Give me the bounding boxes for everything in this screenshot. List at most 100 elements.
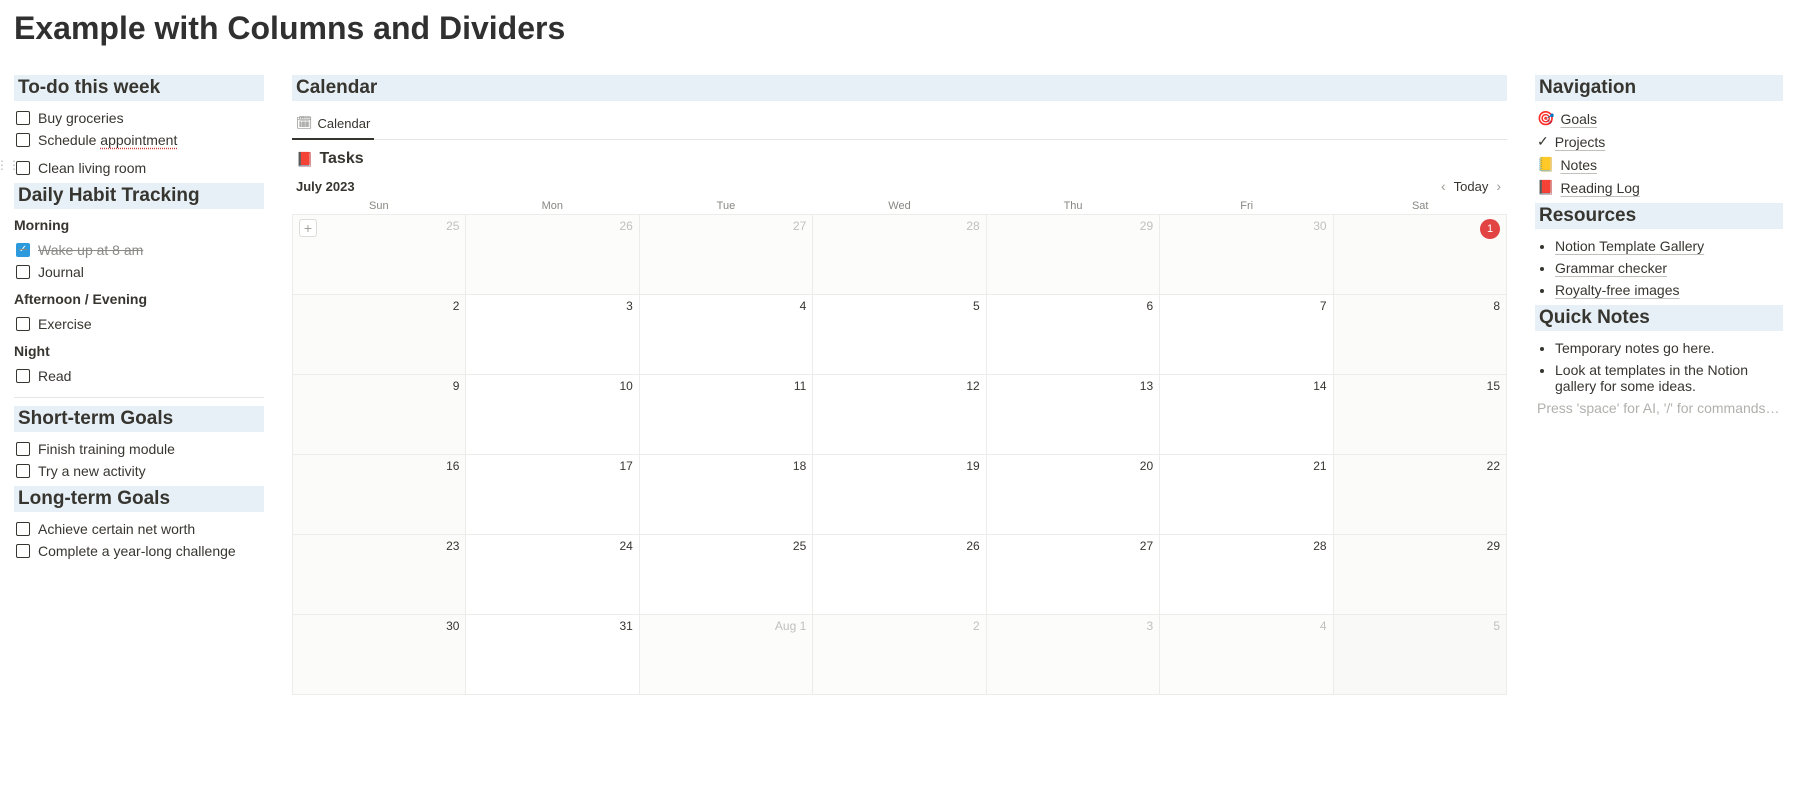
calendar-date-number: 2 <box>453 299 460 313</box>
list-item[interactable]: Royalty-free images <box>1555 279 1783 301</box>
calendar-cell[interactable]: 6 <box>987 295 1160 375</box>
checkbox[interactable] <box>16 317 30 331</box>
todo-item[interactable]: Wake up at 8 am <box>14 239 264 261</box>
calendar-cell[interactable]: Aug 1 <box>640 615 813 695</box>
checkbox[interactable] <box>16 243 30 257</box>
checkbox[interactable] <box>16 442 30 456</box>
calendar-cell[interactable]: 17 <box>466 455 639 535</box>
checkbox[interactable] <box>16 522 30 536</box>
calendar-cell[interactable]: 26 <box>813 535 986 615</box>
calendar-cell[interactable]: 5 <box>813 295 986 375</box>
todo-item[interactable]: Read <box>14 365 264 387</box>
checkbox[interactable] <box>16 111 30 125</box>
nav-link[interactable]: 📕Reading Log <box>1535 176 1783 199</box>
checkbox[interactable] <box>16 464 30 478</box>
calendar-date-number: 27 <box>793 219 806 233</box>
calendar-cell[interactable]: 28 <box>813 215 986 295</box>
calendar-cell[interactable]: 2 <box>293 295 466 375</box>
calendar-date-number: 27 <box>1140 539 1153 553</box>
calendar-cell[interactable]: 19 <box>813 455 986 535</box>
calendar-cell[interactable]: 24 <box>466 535 639 615</box>
calendar-date-number: 8 <box>1493 299 1500 313</box>
todo-item[interactable]: Buy groceries <box>14 107 264 129</box>
checkbox[interactable] <box>16 133 30 147</box>
calendar-cell[interactable]: 13 <box>987 375 1160 455</box>
calendar-cell[interactable]: 21 <box>1160 455 1333 535</box>
calendar-date-number: 1 <box>1480 219 1500 239</box>
calendar-cell[interactable]: 3 <box>466 295 639 375</box>
todo-item[interactable]: Journal <box>14 261 264 283</box>
tasks-title-label[interactable]: Tasks <box>319 150 363 168</box>
tab-calendar-label: Calendar <box>318 116 371 131</box>
calendar-cell[interactable]: 8 <box>1334 295 1507 375</box>
list-item[interactable]: Temporary notes go here. <box>1555 337 1783 359</box>
list-item[interactable]: Grammar checker <box>1555 257 1783 279</box>
checkbox[interactable] <box>16 544 30 558</box>
calendar-date-number: 30 <box>1313 219 1326 233</box>
todo-item[interactable]: Clean living room <box>14 157 148 179</box>
calendar-cell[interactable]: 29 <box>1334 535 1507 615</box>
checkbox[interactable] <box>16 265 30 279</box>
calendar-cell[interactable]: 15 <box>1334 375 1507 455</box>
label-morning: Morning <box>14 217 264 233</box>
nav-link[interactable]: ✓Projects <box>1535 130 1783 153</box>
calendar-date-number: 31 <box>619 619 632 633</box>
todo-item[interactable]: Complete a year-long challenge <box>14 540 264 562</box>
calendar-cell[interactable]: 30 <box>293 615 466 695</box>
nav-link-label: Notes <box>1560 157 1597 173</box>
nav-link[interactable]: 🎯Goals <box>1535 107 1783 130</box>
calendar-cell[interactable]: 31 <box>466 615 639 695</box>
todo-item[interactable]: Exercise <box>14 313 264 335</box>
calendar-cell[interactable]: 4 <box>640 295 813 375</box>
calendar-cell[interactable]: 25 <box>640 535 813 615</box>
calendar-cell[interactable]: 27 <box>640 215 813 295</box>
tab-calendar[interactable]: 🗓 Calendar <box>292 109 374 140</box>
calendar-cell[interactable]: 28 <box>1160 535 1333 615</box>
calendar-cell[interactable]: 12 <box>813 375 986 455</box>
resource-link-label: Notion Template Gallery <box>1555 238 1704 254</box>
empty-block-placeholder[interactable]: Press 'space' for AI, '/' for commands… <box>1535 397 1783 419</box>
calendar-cell[interactable]: 14 <box>1160 375 1333 455</box>
calendar-cell[interactable]: 29 <box>987 215 1160 295</box>
calendar-date-number: 10 <box>619 379 632 393</box>
todo-item[interactable]: Try a new activity <box>14 460 264 482</box>
add-event-button[interactable]: + <box>299 219 317 237</box>
todo-item[interactable]: Schedule appointment <box>14 129 264 151</box>
calendar-cell[interactable]: 7 <box>1160 295 1333 375</box>
calendar-cell[interactable]: 4 <box>1160 615 1333 695</box>
calendar-cell[interactable]: 9 <box>293 375 466 455</box>
calendar-cell[interactable]: 2 <box>813 615 986 695</box>
calendar-cell[interactable]: 22 <box>1334 455 1507 535</box>
list-item[interactable]: Notion Template Gallery <box>1555 235 1783 257</box>
list-item[interactable]: Look at templates in the Notion gallery … <box>1555 359 1783 397</box>
calendar-cell[interactable]: 5 <box>1334 615 1507 695</box>
calendar-cell[interactable]: 11 <box>640 375 813 455</box>
heading-quick-notes: Quick Notes <box>1535 305 1783 331</box>
checkbox[interactable] <box>16 369 30 383</box>
drag-handle-icon[interactable]: ⋮⋮ <box>0 158 8 172</box>
calendar-cell[interactable]: +25 <box>293 215 466 295</box>
calendar-cell[interactable]: 1 <box>1334 215 1507 295</box>
calendar-date-number: 7 <box>1320 299 1327 313</box>
checkbox[interactable] <box>16 161 30 175</box>
calendar-cell[interactable]: 23 <box>293 535 466 615</box>
todo-item[interactable]: Finish training module <box>14 438 264 460</box>
calendar-cell[interactable]: 10 <box>466 375 639 455</box>
calendar-date-number: 17 <box>619 459 632 473</box>
calendar-next-button[interactable]: › <box>1496 178 1501 194</box>
calendar-date-number: 14 <box>1313 379 1326 393</box>
nav-link[interactable]: 📒Notes <box>1535 153 1783 176</box>
calendar-date-number: 12 <box>966 379 979 393</box>
calendar-cell[interactable]: 20 <box>987 455 1160 535</box>
calendar-cell[interactable]: 18 <box>640 455 813 535</box>
calendar-date-number: 5 <box>973 299 980 313</box>
todo-item[interactable]: Achieve certain net worth <box>14 518 264 540</box>
calendar-cell[interactable]: 16 <box>293 455 466 535</box>
calendar-cell[interactable]: 3 <box>987 615 1160 695</box>
calendar-cell[interactable]: 30 <box>1160 215 1333 295</box>
calendar-date-number: 4 <box>800 299 807 313</box>
calendar-cell[interactable]: 26 <box>466 215 639 295</box>
calendar-cell[interactable]: 27 <box>987 535 1160 615</box>
calendar-prev-button[interactable]: ‹ <box>1441 178 1446 194</box>
calendar-today-button[interactable]: Today <box>1454 179 1489 194</box>
